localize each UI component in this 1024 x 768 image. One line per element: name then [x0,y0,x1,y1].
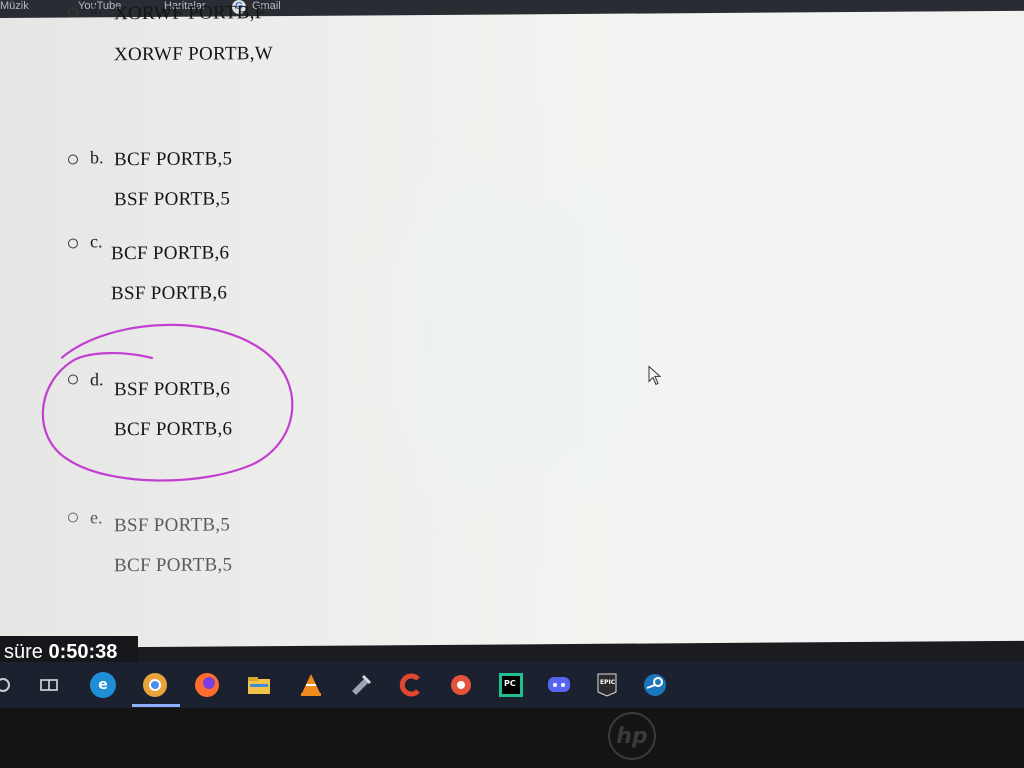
svg-text:EPIC: EPIC [600,679,616,686]
option-line-1: BSF PORTB,6 [114,378,231,401]
option-letter: b. [90,147,104,168]
radio-button[interactable] [68,154,78,165]
radio-button[interactable] [68,7,78,18]
option-letter: e. [90,507,103,528]
ccleaner-icon[interactable] [398,672,424,698]
task-view-icon[interactable] [36,672,62,698]
option-letter: c. [90,231,103,252]
option-letter: d. [90,369,104,390]
radio-button[interactable] [68,512,78,523]
mouse-cursor-icon [648,365,662,386]
option-line-2: BSF PORTB,5 [114,188,231,211]
active-app-indicator [132,704,180,707]
search-icon[interactable] [0,678,10,692]
option-letter: a. [90,0,103,18]
file-explorer-icon[interactable] [246,672,272,698]
option-line-2: XORWF PORTB,W [114,43,273,66]
answer-option-c[interactable]: c. BCF PORTB,6 BSF PORTB,6 [0,231,420,326]
edge-icon[interactable]: e [90,672,116,698]
radio-button[interactable] [68,238,78,249]
steam-icon[interactable] [642,672,668,698]
vlc-icon[interactable] [298,672,324,698]
answer-option-b[interactable]: b. BCF PORTB,5 BSF PORTB,5 [0,145,420,238]
option-line-1: XORWF PORTB,F [114,2,266,25]
option-line-1: BCF PORTB,5 [114,148,233,171]
windows-taskbar: e PC EPIC [0,662,1024,708]
radio-button[interactable] [68,374,78,385]
option-line-2: BCF PORTB,5 [114,554,233,577]
quiz-page: a. XORWF PORTB,F XORWF PORTB,W b. BCF PO… [0,0,1024,649]
option-line-2: BSF PORTB,6 [111,282,228,305]
option-line-1: BSF PORTB,5 [114,514,231,537]
answer-option-a[interactable]: a. XORWF PORTB,F XORWF PORTB,W [0,0,420,86]
timer-label: süre [4,641,43,663]
epic-games-icon[interactable]: EPIC [594,672,620,698]
pycharm-icon[interactable]: PC [498,672,524,698]
app-icon[interactable] [448,672,474,698]
answer-option-d[interactable]: d. BSF PORTB,6 BCF PORTB,6 [0,369,420,462]
discord-icon[interactable] [546,672,572,698]
svg-text:PC: PC [504,679,516,688]
timer-value: 0:50:38 [48,641,118,663]
laptop-bezel [0,708,1024,768]
tool-icon[interactable] [348,672,374,698]
option-line-2: BCF PORTB,6 [114,418,233,441]
chrome-icon[interactable] [142,672,168,698]
hp-logo: hp [608,712,656,760]
firefox-icon[interactable] [194,672,220,698]
answer-option-e[interactable]: e. BSF PORTB,5 BCF PORTB,5 [0,505,420,598]
option-line-1: BCF PORTB,6 [111,242,230,265]
